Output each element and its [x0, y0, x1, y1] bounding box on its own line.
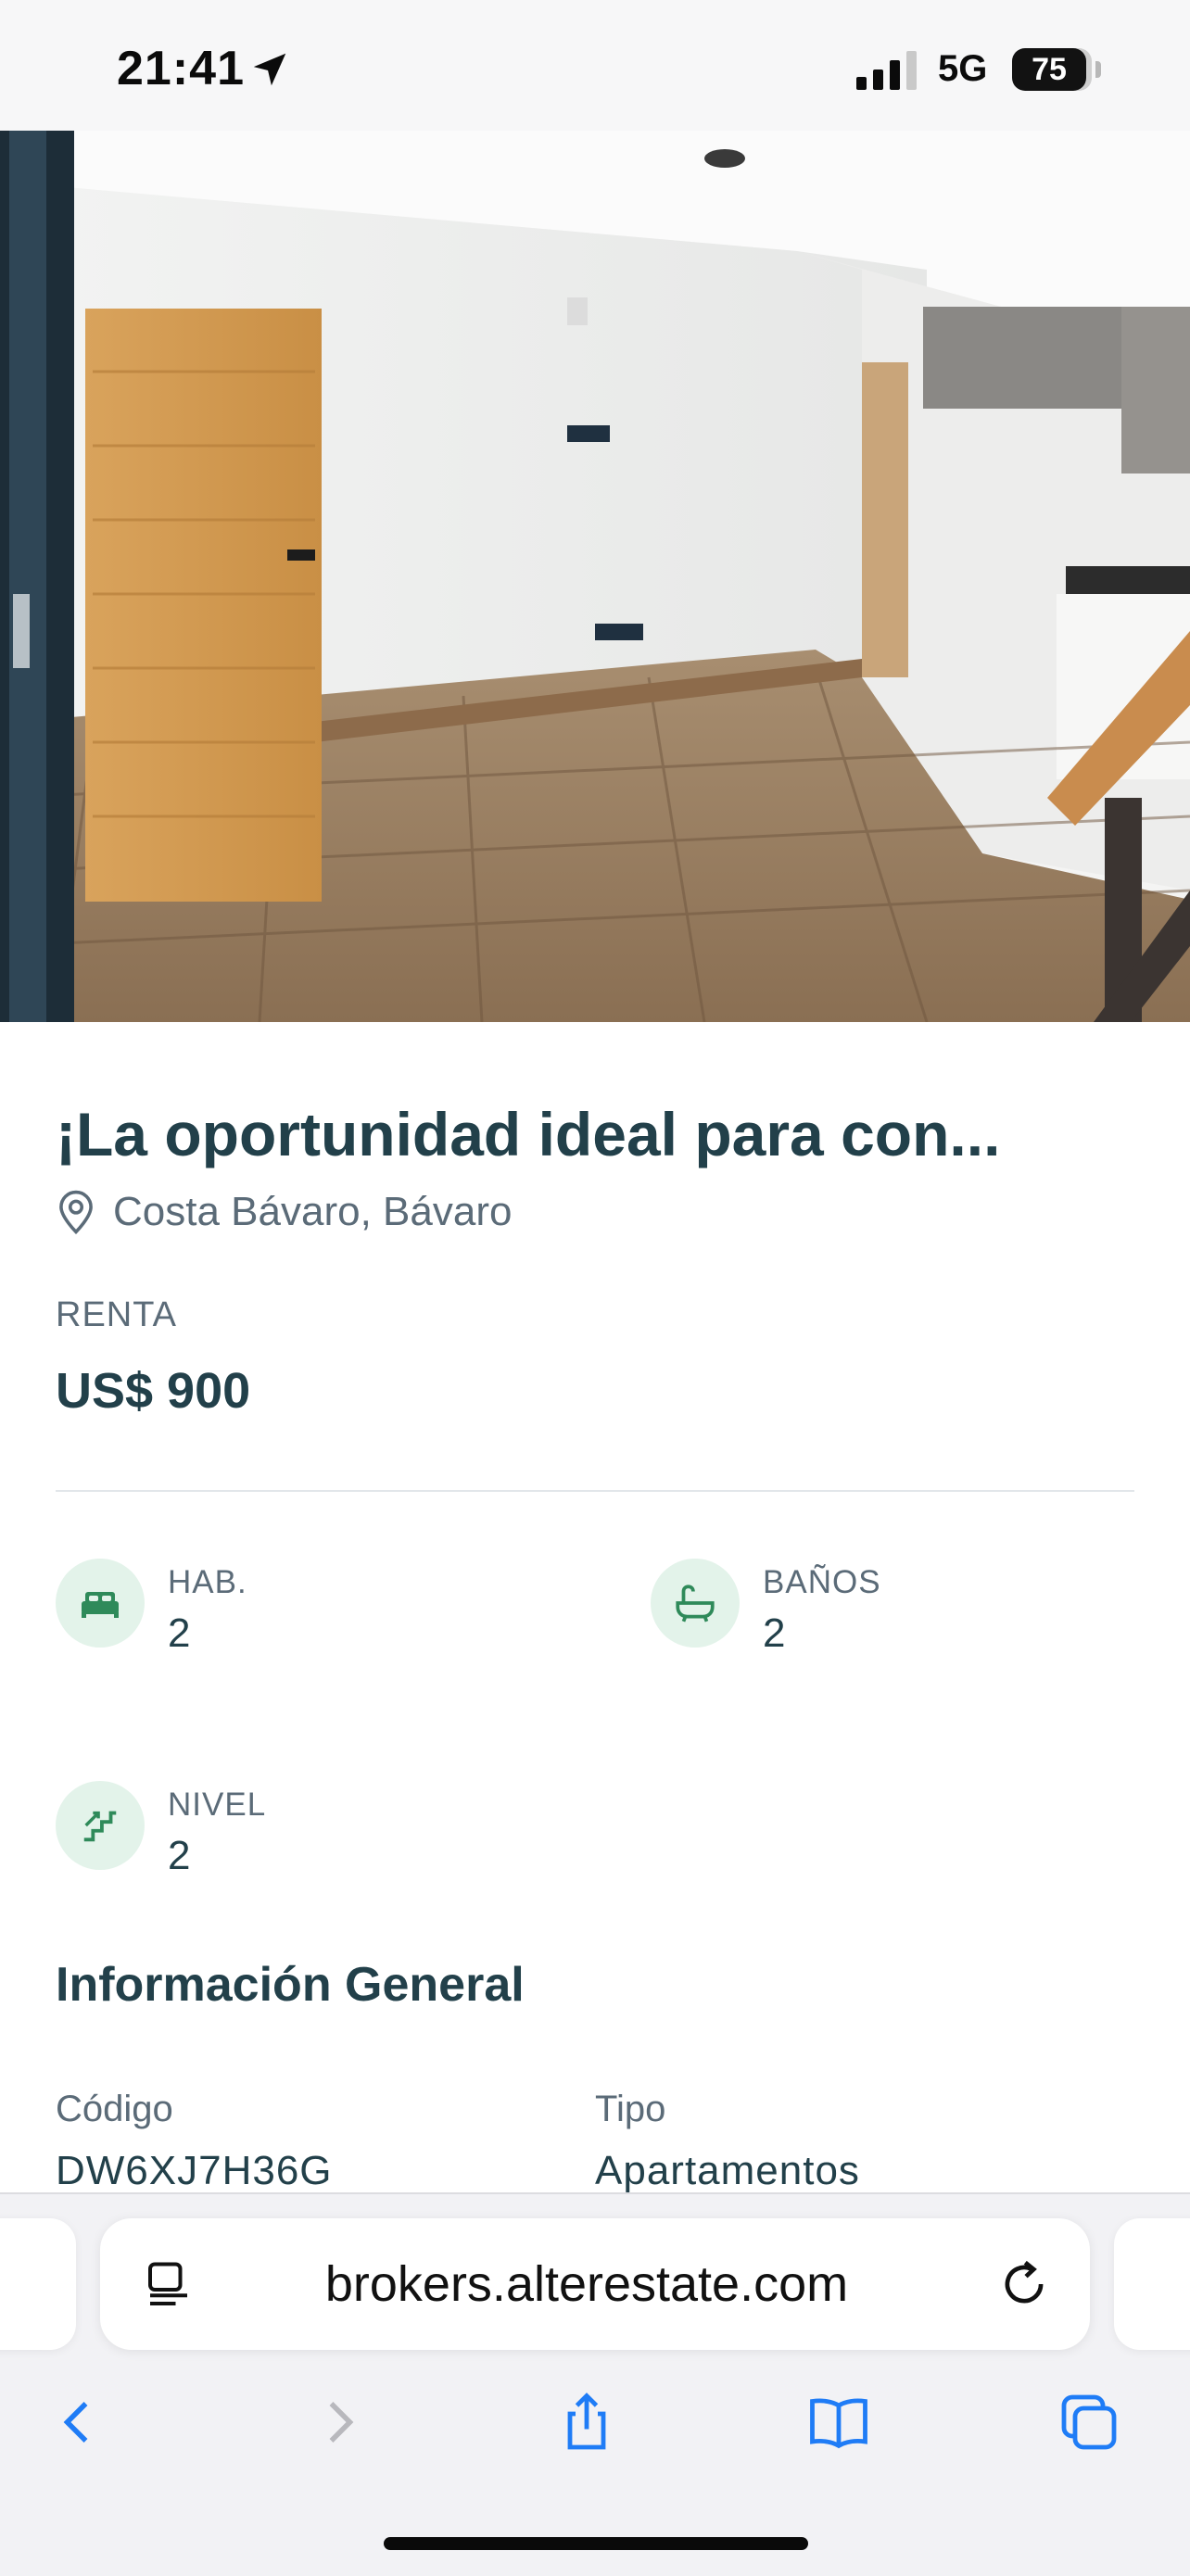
feature-label: HAB. [168, 1564, 247, 1600]
feature-value: 2 [168, 1833, 191, 1878]
address-bar[interactable]: brokers.alterestate.com [100, 2218, 1090, 2350]
status-bar: 21:41 5G 75 [0, 0, 1190, 131]
bookmarks-icon[interactable] [805, 2389, 872, 2456]
info-label-code: Código [56, 2089, 173, 2129]
bookmarks-button[interactable] [788, 2376, 890, 2469]
share-button[interactable] [536, 2376, 638, 2469]
feature-bedrooms: HAB. 2 [56, 1559, 575, 1661]
map-pin-icon [59, 1190, 93, 1234]
forward-button[interactable] [287, 2376, 389, 2469]
location-text: Costa Bávaro, Bávaro [113, 1189, 513, 1234]
status-time: 21:41 [117, 42, 245, 95]
listing-location: Costa Bávaro, Bávaro [56, 1186, 512, 1238]
feature-value: 2 [763, 1610, 786, 1656]
listing-title: ¡La oportunidad ideal para con... [56, 1100, 1001, 1168]
feature-level: NIVEL 2 [56, 1781, 575, 1883]
listing-photo[interactable] [0, 131, 1190, 1022]
divider [56, 1490, 1134, 1492]
battery-tip [1095, 61, 1101, 78]
price-value: US$ 900 [56, 1363, 251, 1419]
section-title-general-info: Información General [56, 1958, 525, 2012]
location-arrow-icon [253, 53, 286, 86]
home-indicator [384, 2537, 808, 2550]
cellular-signal-icon [856, 51, 917, 90]
back-button[interactable] [28, 2376, 130, 2469]
feature-icon-circle [56, 1781, 145, 1870]
info-value-code: DW6XJ7H36G [56, 2148, 333, 2193]
url-text[interactable]: brokers.alterestate.com [221, 2218, 953, 2350]
info-label-type: Tipo [595, 2089, 666, 2129]
browser-toolbar: brokers.alterestate.com [0, 2192, 1190, 2576]
page-menu-icon[interactable] [141, 2257, 196, 2313]
tabs-button[interactable] [1038, 2376, 1140, 2469]
previous-tab-preview[interactable] [0, 2218, 76, 2350]
battery-icon: 75 [1012, 48, 1086, 91]
feature-label: NIVEL [168, 1787, 267, 1823]
stairs-icon [83, 1811, 117, 1842]
feature-bathrooms: BAÑOS 2 [651, 1559, 1170, 1661]
forward-icon[interactable] [310, 2394, 366, 2450]
battery-percent: 75 [1032, 51, 1067, 87]
price-label: RENTA [56, 1295, 177, 1334]
feature-value: 2 [168, 1610, 191, 1656]
back-icon[interactable] [51, 2394, 107, 2450]
share-icon[interactable] [553, 2389, 620, 2456]
bed-icon [82, 1592, 119, 1618]
feature-icon-circle [56, 1559, 145, 1648]
feature-icon-circle [651, 1559, 740, 1648]
next-tab-preview[interactable] [1114, 2218, 1190, 2350]
reload-icon[interactable] [995, 2255, 1053, 2313]
info-value-type: Apartamentos [595, 2148, 860, 2193]
network-type: 5G [938, 48, 988, 89]
bathtub-icon [676, 1585, 715, 1623]
feature-label: BAÑOS [763, 1564, 881, 1600]
tabs-icon[interactable] [1056, 2389, 1122, 2456]
